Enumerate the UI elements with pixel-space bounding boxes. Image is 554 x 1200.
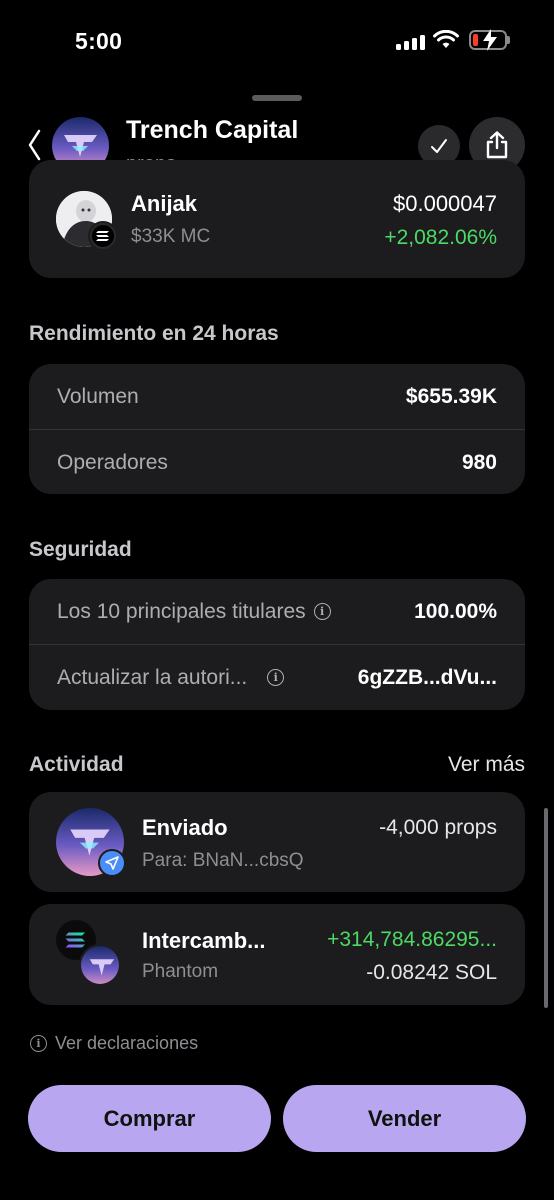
share-icon [486,131,508,159]
row-value: $655.39K [405,384,497,408]
disclosures-link[interactable]: i Ver declaraciones [30,1033,198,1054]
activity-subtitle: Phantom [142,961,219,982]
security-card: Los 10 principales titulares i 100.00% Ac… [29,579,525,710]
battery-icon [469,29,507,51]
row-value: 100.00% [414,599,497,623]
row-value: 980 [461,450,497,474]
disclosures-label: Ver declaraciones [55,1033,199,1053]
traders-row: Operadores 980 [29,430,525,495]
activity-title: Intercamb... [142,928,266,953]
row-label: Operadores [57,450,168,474]
performance-card: Volumen $655.39K Operadores 980 [29,364,525,494]
check-icon [431,139,447,153]
page-title: Trench Capital [126,116,299,144]
scrollbar[interactable] [544,808,548,1008]
info-icon[interactable]: i [313,603,331,621]
row-label: Los 10 principales titulares [57,599,306,623]
back-chevron-icon[interactable] [26,128,42,162]
performance-title: Rendimiento en 24 horas [29,322,279,345]
wifi-icon [433,30,459,48]
row-value: 6gZZB...dVu... [357,665,497,689]
status-time: 5:00 [75,28,123,54]
token-market-cap: $33K MC [131,226,211,247]
token-name: Anijak [131,191,198,216]
battery-cap [507,36,510,44]
update-authority-row[interactable]: Actualizar la autori... i 6gZZB...dVu... [29,645,525,710]
activity-amount: -4,000 props [379,816,497,839]
cell-signal-icon [396,34,426,50]
security-title: Seguridad [29,538,132,561]
solana-badge [88,221,118,251]
activity-amount-in: +314,784.86295... [327,928,497,951]
solana-icon [96,231,109,241]
activity-amount-out: -0.08242 SOL [366,961,497,984]
activity-item-swap[interactable]: Intercamb... Phantom +314,784.86295... -… [29,904,525,1005]
activity-item-sent[interactable]: Enviado Para: BNaN...cbsQ -4,000 props [29,792,525,892]
see-more-link[interactable]: Ver más [448,753,525,777]
top-holders-row[interactable]: Los 10 principales titulares i 100.00% [29,579,525,644]
send-icon [98,849,126,877]
activity-subtitle: Para: BNaN...cbsQ [142,850,304,871]
activity-title: Enviado [142,815,228,840]
info-icon: i [30,1035,47,1052]
volume-row: Volumen $655.39K [29,364,525,429]
token-logo-avatar [79,944,121,986]
row-label: Actualizar la autori... [57,665,248,689]
phone-screen: 5:00 Trench Capital Anijak $33K MC $0.00… [0,0,554,1200]
buy-button[interactable]: Comprar [28,1085,271,1152]
token-price: $0.000047 [393,191,497,216]
sheet-grabber[interactable] [252,95,302,101]
token-change: +2,082.06% [384,226,497,249]
activity-title: Actividad [29,753,124,776]
sell-button[interactable]: Vender [283,1085,526,1152]
row-label: Volumen [57,384,139,408]
info-icon[interactable]: i [267,669,285,687]
